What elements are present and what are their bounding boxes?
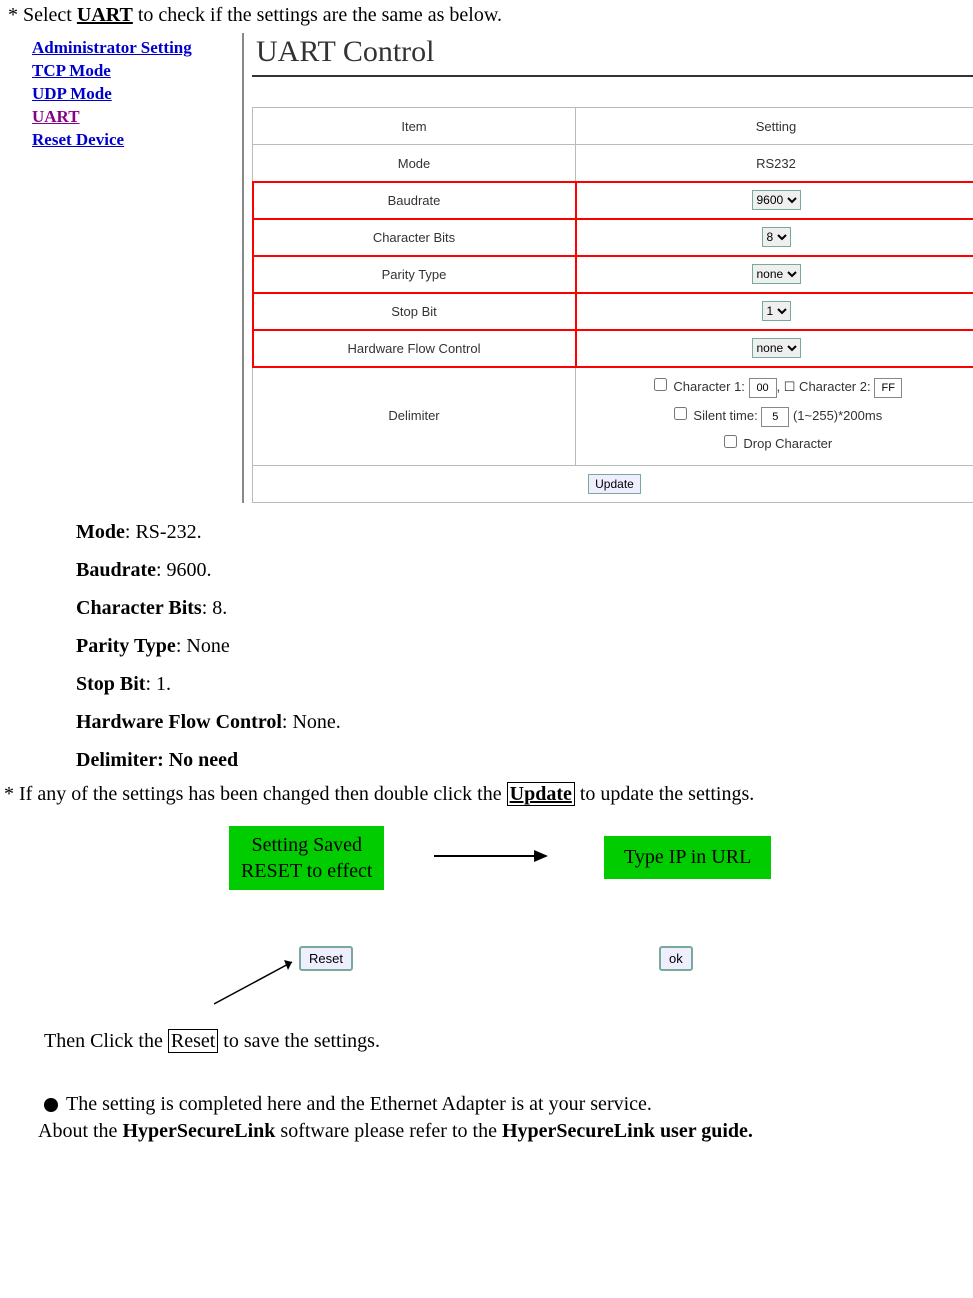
baudrate-select[interactable]: 9600 [752,190,801,210]
nav-uart[interactable]: UART [32,106,242,129]
nav-admin-setting[interactable]: Administrator Setting [32,37,242,60]
hwflow-select[interactable]: none [752,338,801,358]
completion-note: The setting is completed here and the Et… [44,1093,973,1116]
row-character-bits: Character Bits 8 [253,219,973,256]
delimiter-cell: Character 1: , ☐ Character 2: Silent tim… [576,367,973,466]
uart-link-text: UART [77,4,133,26]
hdr-setting: Setting [576,108,973,145]
hdr-item: Item [253,108,576,145]
char2-input[interactable] [874,378,902,398]
reset-diagram: Setting Saved RESET to effect Type IP in… [4,826,973,1026]
nav-tcp-mode[interactable]: TCP Mode [32,60,242,83]
update-boxed-word: Update [507,782,575,806]
vertical-divider [242,33,244,503]
uart-panel: UART Control Item Setting Mode RS232 Bau… [252,33,973,503]
uart-control-screenshot: Administrator Setting TCP Mode UDP Mode … [28,33,973,503]
reset-boxed-word: Reset [168,1029,218,1053]
update-instruction: * If any of the settings has been change… [4,783,973,806]
row-hw-flow: Hardware Flow Control none [253,330,973,367]
bullet-icon [44,1098,58,1112]
hsl-note: About the HyperSecureLink software pleas… [38,1120,973,1143]
row-delimiter: Delimiter Character 1: , ☐ Character 2: … [253,367,973,466]
arrow-right-icon [434,846,554,866]
char1-checkbox[interactable] [654,378,667,391]
nav-udp-mode[interactable]: UDP Mode [32,83,242,106]
row-parity: Parity Type none [253,256,973,293]
setting-saved-box: Setting Saved RESET to effect [229,826,384,890]
update-button[interactable]: Update [588,474,641,494]
reset-button[interactable]: Reset [299,946,353,971]
arrow-to-reset-icon [214,956,304,1006]
ok-button[interactable]: ok [659,946,693,971]
stopbit-select[interactable]: 1 [762,301,791,321]
row-mode: Mode RS232 [253,145,973,182]
row-baudrate: Baudrate 9600 [253,182,973,219]
parity-select[interactable]: none [752,264,801,284]
type-ip-box: Type IP in URL [604,836,771,879]
settings-table: Item Setting Mode RS232 Baudrate 9600 Ch… [252,107,973,503]
nav-reset-device[interactable]: Reset Device [32,129,242,152]
mode-value: RS232 [576,145,973,182]
drop-checkbox[interactable] [724,435,737,448]
params-list: Mode: RS-232. Baudrate: 9600. Character … [76,513,973,779]
title-rule [252,75,973,77]
sidebar-nav: Administrator Setting TCP Mode UDP Mode … [28,33,242,503]
silent-input[interactable] [761,407,789,427]
charbits-select[interactable]: 8 [762,227,791,247]
row-stop-bit: Stop Bit 1 [253,293,973,330]
reset-instruction: Then Click the Reset to save the setting… [44,1030,973,1053]
char1-input[interactable] [749,378,777,398]
select-uart-instruction: * Select UART to check if the settings a… [8,4,973,27]
page-title: UART Control [256,35,973,69]
table-header-row: Item Setting [253,108,973,145]
silent-checkbox[interactable] [674,407,687,420]
row-update: Update [253,465,973,502]
